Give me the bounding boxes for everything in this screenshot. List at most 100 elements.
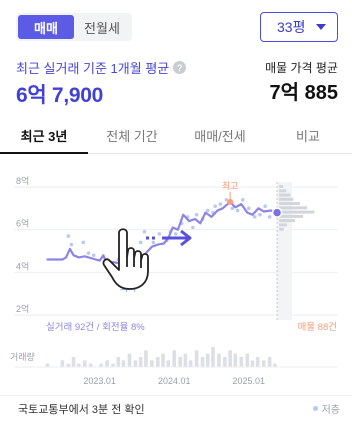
volume-bar bbox=[138, 357, 143, 367]
real-trade-count-label: 실거래 92건 / 회전율 8% bbox=[46, 322, 145, 333]
volume-bar bbox=[183, 353, 188, 367]
volume-bar bbox=[150, 360, 154, 367]
trade-point bbox=[69, 242, 74, 247]
volume-bar bbox=[188, 360, 193, 367]
price-trend-chart[interactable]: 8억6억4억2억최고최저실거래 92건 / 회전율 8%매물 88건거래량202… bbox=[0, 172, 352, 394]
volume-bar bbox=[105, 360, 109, 367]
help-icon[interactable]: ? bbox=[173, 61, 187, 74]
x-tick-label: 2023.01 bbox=[83, 376, 116, 386]
volume-bar bbox=[205, 353, 210, 367]
trade-point bbox=[157, 232, 162, 236]
volume-bar bbox=[127, 353, 132, 367]
area-size-value: 33평 bbox=[277, 19, 306, 35]
trade-point bbox=[252, 215, 257, 219]
listing-hist-bar bbox=[279, 185, 284, 188]
volume-bar bbox=[233, 353, 238, 367]
volume-bar bbox=[178, 357, 182, 367]
volume-bar bbox=[267, 357, 272, 367]
volume-bar bbox=[228, 350, 232, 367]
volume-bar bbox=[261, 360, 266, 367]
volume-bar bbox=[156, 357, 160, 367]
trade-point bbox=[173, 232, 178, 236]
tab-compare[interactable]: 비교 bbox=[264, 118, 352, 153]
volume-bar bbox=[161, 353, 165, 367]
swipe-hand-icon bbox=[102, 228, 149, 290]
volume-bar bbox=[255, 357, 260, 367]
volume-bar bbox=[116, 357, 121, 367]
volume-bar bbox=[239, 357, 244, 367]
legend-dot-icon bbox=[312, 406, 318, 411]
average-price-label-text: 최근 실거래 기준 1개월 평균 bbox=[16, 61, 170, 76]
footer-divider bbox=[0, 395, 352, 396]
volume-bar bbox=[133, 360, 138, 367]
listing-hist-bar bbox=[279, 223, 288, 227]
trade-point bbox=[258, 212, 262, 217]
trade-point bbox=[218, 202, 223, 206]
listing-price-value: 7억 885 bbox=[269, 82, 338, 104]
trade-point bbox=[246, 206, 251, 211]
tab-all-period[interactable]: 전체 기간 bbox=[88, 118, 176, 153]
chevron-down-icon bbox=[316, 24, 326, 30]
sale-toggle-button[interactable]: 매매 bbox=[18, 15, 74, 39]
listing-hist-bar bbox=[279, 197, 294, 201]
y-tick-label: 2억 bbox=[16, 303, 29, 314]
listing-price-label: 매물 가격 평균 bbox=[265, 61, 338, 75]
y-tick-label: 4억 bbox=[16, 260, 29, 271]
trade-point bbox=[263, 204, 267, 208]
listing-hist-bar bbox=[279, 193, 291, 197]
volume-bar bbox=[172, 350, 177, 367]
trade-point bbox=[205, 208, 210, 213]
volume-bar bbox=[223, 357, 227, 367]
listing-hist-bar bbox=[279, 214, 304, 218]
volume-bar bbox=[82, 360, 87, 367]
listing-count-label: 매물 88건 bbox=[298, 322, 337, 333]
swipe-gesture bbox=[102, 228, 192, 290]
trade-point bbox=[241, 198, 245, 202]
area-size-select[interactable]: 33평 bbox=[260, 12, 338, 42]
trade-point bbox=[194, 212, 199, 217]
high-marker-dot bbox=[227, 198, 234, 205]
y-tick-label: 8억 bbox=[16, 175, 29, 186]
trade-point bbox=[91, 253, 96, 258]
volume-bar bbox=[200, 357, 205, 367]
volume-axis-label: 거래량 bbox=[10, 351, 35, 362]
chart-legend: 저층 bbox=[312, 401, 340, 416]
listing-hist-bar bbox=[279, 206, 308, 210]
trade-point bbox=[235, 208, 240, 213]
legend-label: 저층 bbox=[321, 405, 340, 416]
x-tick-label: 2025.01 bbox=[232, 376, 265, 386]
tab-sale-lease[interactable]: 매매/전세 bbox=[176, 118, 264, 153]
trade-point bbox=[81, 240, 86, 245]
current-price-dot bbox=[271, 207, 283, 218]
listing-price-histogram bbox=[279, 185, 315, 231]
volume-bar bbox=[250, 360, 255, 367]
volume-bars bbox=[14, 347, 338, 368]
volume-bar bbox=[144, 350, 148, 367]
data-source-text: 국토교통부에서 3분 전 확인 bbox=[18, 404, 145, 416]
listing-hist-bar bbox=[279, 219, 296, 223]
volume-bar bbox=[71, 357, 76, 367]
average-price-value: 6억 7,900 bbox=[16, 84, 103, 107]
trade-point bbox=[86, 251, 91, 255]
price-trend-line bbox=[46, 200, 279, 267]
volume-bar bbox=[211, 347, 215, 367]
y-tick-label: 6억 bbox=[16, 218, 29, 229]
lease-toggle-button[interactable]: 전월세 bbox=[74, 15, 130, 39]
period-tabs: 최근 3년 전체 기간 매매/전세 비교 bbox=[0, 118, 352, 154]
trade-type-toggle: 매매 전월세 bbox=[16, 13, 132, 41]
listing-hist-bar bbox=[279, 227, 284, 231]
volume-bar bbox=[60, 360, 65, 367]
trade-point bbox=[66, 234, 71, 238]
trade-point bbox=[138, 240, 143, 245]
trade-point bbox=[213, 204, 218, 208]
listing-hist-bar bbox=[279, 189, 287, 193]
x-tick-label: 2024.01 bbox=[158, 376, 191, 386]
high-label: 최고 bbox=[222, 181, 239, 191]
average-price-label: 최근 실거래 기준 1개월 평균 ? bbox=[16, 58, 187, 77]
trade-point bbox=[191, 225, 195, 230]
tab-recent-3-years[interactable]: 최근 3년 bbox=[0, 118, 88, 154]
volume-bar bbox=[121, 360, 126, 367]
volume-bar bbox=[217, 353, 221, 367]
volume-bar bbox=[166, 360, 171, 367]
volume-bar bbox=[194, 350, 199, 367]
